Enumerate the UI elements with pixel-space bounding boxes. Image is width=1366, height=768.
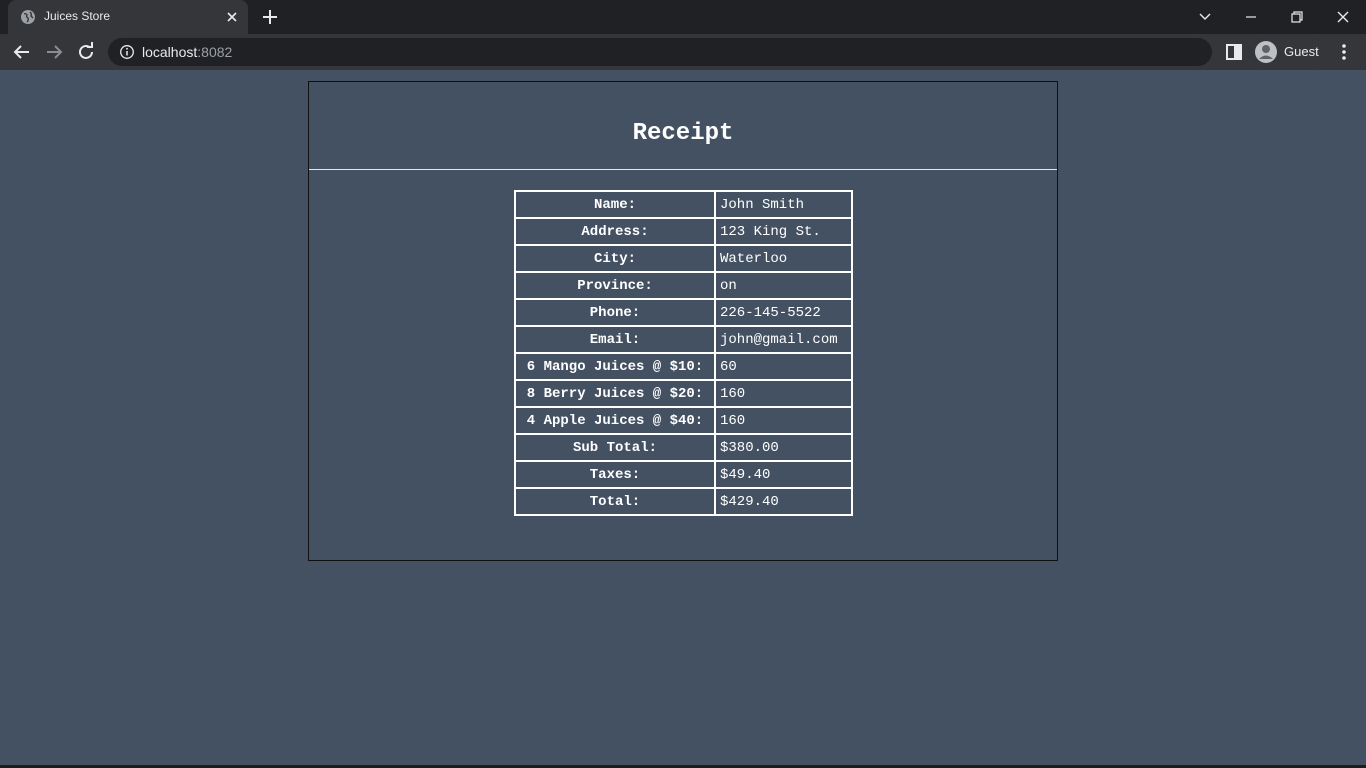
restore-icon[interactable] xyxy=(1286,6,1308,28)
row-label: Email: xyxy=(514,325,716,354)
row-value: 60 xyxy=(714,352,853,381)
row-label: 6 Mango Juices @ $10: xyxy=(514,352,716,381)
plus-icon[interactable] xyxy=(260,7,280,27)
chevron-down-icon[interactable] xyxy=(1194,6,1216,28)
avatar-icon xyxy=(1255,41,1277,63)
forward-icon[interactable] xyxy=(42,40,66,64)
row-value: 123 King St. xyxy=(714,217,853,246)
row-label: Phone: xyxy=(514,298,716,327)
row-label: 8 Berry Juices @ $20: xyxy=(514,379,716,408)
table-row: Province: on xyxy=(514,271,853,300)
table-row: 6 Mango Juices @ $10: 60 xyxy=(514,352,853,381)
row-value: john@gmail.com xyxy=(714,325,853,354)
table-row: Address: 123 King St. xyxy=(514,217,853,246)
row-label: Taxes: xyxy=(514,460,716,489)
row-label: Sub Total: xyxy=(514,433,716,462)
table-row: Name: John Smith xyxy=(514,190,853,219)
close-window-icon[interactable] xyxy=(1332,6,1354,28)
row-value: $49.40 xyxy=(714,460,853,489)
row-value: 160 xyxy=(714,379,853,408)
tab-title: Juices Store xyxy=(44,9,111,23)
table-row: 4 Apple Juices @ $40: 160 xyxy=(514,406,853,435)
row-label: Address: xyxy=(514,217,716,246)
table-row: Phone: 226-145-5522 xyxy=(514,298,853,327)
browser-chrome: Juices Store localhost:8082 Guest xyxy=(0,0,1366,70)
tab-strip: Juices Store xyxy=(0,0,1366,34)
close-icon[interactable] xyxy=(224,9,240,25)
profile-button[interactable]: Guest xyxy=(1252,39,1328,65)
divider xyxy=(309,169,1057,170)
url-host: localhost xyxy=(142,44,198,60)
row-label: City: xyxy=(514,244,716,273)
table-row: Total: $429.40 xyxy=(514,487,853,516)
toolbar: localhost:8082 Guest xyxy=(0,34,1366,70)
row-label: Total: xyxy=(514,487,716,516)
receipt-card: Receipt Name: John Smith Address: 123 King … xyxy=(308,81,1058,561)
row-label: 4 Apple Juices @ $40: xyxy=(514,406,716,435)
minimize-icon[interactable] xyxy=(1240,6,1262,28)
url-port: :8082 xyxy=(197,44,233,60)
table-row: City: Waterloo xyxy=(514,244,853,273)
table-row: Sub Total: $380.00 xyxy=(514,433,853,462)
table-row: Email: john@gmail.com xyxy=(514,325,853,354)
page-title: Receipt xyxy=(632,120,734,147)
address-bar[interactable]: localhost:8082 xyxy=(108,38,1212,66)
row-label: Province: xyxy=(514,271,716,300)
profile-label: Guest xyxy=(1284,44,1319,59)
row-value: $429.40 xyxy=(714,487,853,516)
row-value: John Smith xyxy=(714,190,853,219)
url-text: localhost:8082 xyxy=(142,44,232,60)
row-value: Waterloo xyxy=(714,244,853,273)
row-value: on xyxy=(714,271,853,300)
table-row: Taxes: $49.40 xyxy=(514,460,853,489)
receipt-table: Name: John Smith Address: 123 King St. City:… xyxy=(514,190,853,516)
row-value: 226-145-5522 xyxy=(714,298,853,327)
info-icon[interactable] xyxy=(119,44,135,60)
side-panel-icon[interactable] xyxy=(1224,42,1244,62)
row-value: 160 xyxy=(714,406,853,435)
kebab-menu-icon[interactable] xyxy=(1334,42,1354,62)
row-value: $380.00 xyxy=(714,433,853,462)
globe-icon xyxy=(21,10,35,24)
tab-juices-store[interactable]: Juices Store xyxy=(8,0,248,34)
receipt-rows: Name: John Smith Address: 123 King St. City:… xyxy=(514,190,853,516)
row-label: Name: xyxy=(514,190,716,219)
table-row: 8 Berry Juices @ $20: 160 xyxy=(514,379,853,408)
back-icon[interactable] xyxy=(10,40,34,64)
reload-icon[interactable] xyxy=(74,40,98,64)
